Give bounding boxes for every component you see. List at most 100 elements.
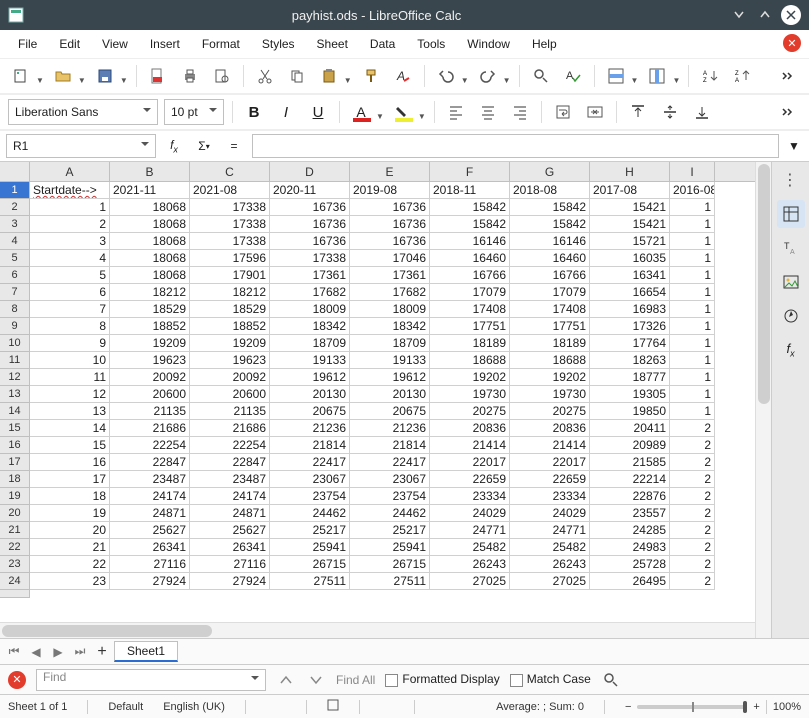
close-document-button[interactable]: ✕ (783, 34, 801, 52)
cell[interactable]: 17764 (590, 335, 670, 352)
column-header[interactable]: H (590, 162, 670, 181)
cell[interactable]: 23557 (590, 505, 670, 522)
font-name-combo[interactable]: Liberation Sans (8, 99, 158, 125)
column-headers[interactable]: ABCDEFGHI (0, 162, 755, 182)
cell[interactable]: 2 (670, 437, 715, 454)
menu-help[interactable]: Help (522, 33, 567, 55)
cell[interactable]: 2020-11 (270, 182, 350, 199)
cell[interactable]: 17361 (270, 267, 350, 284)
cell[interactable]: 23067 (350, 471, 430, 488)
cell[interactable]: 13 (30, 403, 110, 420)
cell[interactable]: 17338 (190, 233, 270, 250)
cell[interactable]: 2018-11 (430, 182, 510, 199)
cell[interactable]: 15421 (590, 216, 670, 233)
dropdown-icon[interactable]: ▼ (36, 76, 44, 89)
name-box[interactable]: R1 (6, 134, 156, 158)
clone-formatting-button[interactable] (358, 63, 384, 89)
toolbar-overflow-button[interactable] (775, 99, 801, 125)
cell[interactable]: 14 (30, 420, 110, 437)
dropdown-icon[interactable]: ▼ (503, 76, 511, 89)
menu-view[interactable]: View (92, 33, 138, 55)
cell[interactable]: 2 (670, 573, 715, 590)
sort-asc-button[interactable]: AZ (697, 63, 723, 89)
row-header[interactable]: 8 (0, 301, 30, 318)
row-header[interactable]: 1 (0, 182, 30, 199)
cell[interactable]: 16736 (270, 199, 350, 216)
cell[interactable]: 17408 (510, 301, 590, 318)
cell[interactable]: 1 (670, 369, 715, 386)
cell[interactable]: 20130 (270, 386, 350, 403)
cell[interactable]: 27511 (350, 573, 430, 590)
cell[interactable]: 18068 (110, 233, 190, 250)
sidebar-properties-button[interactable] (777, 200, 805, 228)
cell[interactable]: 23487 (110, 471, 190, 488)
align-vcenter-button[interactable] (657, 99, 683, 125)
cell[interactable]: 18342 (350, 318, 430, 335)
cell[interactable]: 16736 (350, 199, 430, 216)
dropdown-icon[interactable]: ▼ (120, 76, 128, 89)
cell[interactable]: 17338 (190, 199, 270, 216)
cell[interactable]: 1 (670, 386, 715, 403)
align-left-button[interactable] (443, 99, 469, 125)
cell[interactable]: 19730 (510, 386, 590, 403)
cell[interactable]: 22254 (110, 437, 190, 454)
next-sheet-button[interactable]: ▶ (48, 642, 68, 662)
cell[interactable]: 15842 (510, 216, 590, 233)
cell[interactable]: 18529 (190, 301, 270, 318)
row-header[interactable]: 4 (0, 233, 30, 250)
cut-button[interactable] (252, 63, 278, 89)
cell[interactable]: 17682 (270, 284, 350, 301)
cell[interactable]: 19 (30, 505, 110, 522)
cell[interactable]: 20600 (190, 386, 270, 403)
add-sheet-button[interactable]: + (92, 642, 112, 662)
status-summary[interactable]: Average: ; Sum: 0 (496, 701, 584, 713)
cell[interactable]: 20411 (590, 420, 670, 437)
dropdown-icon[interactable]: ▼ (376, 112, 384, 125)
row-header[interactable]: 22 (0, 539, 30, 556)
cell[interactable]: 16736 (350, 233, 430, 250)
row-header[interactable]: 16 (0, 437, 30, 454)
column-header[interactable]: C (190, 162, 270, 181)
row-header[interactable]: 9 (0, 318, 30, 335)
zoom-in-icon[interactable]: + (753, 701, 759, 713)
copy-button[interactable] (284, 63, 310, 89)
cell[interactable]: 2 (670, 556, 715, 573)
cell[interactable]: 16341 (590, 267, 670, 284)
cell[interactable]: 15721 (590, 233, 670, 250)
cell[interactable]: 17751 (430, 318, 510, 335)
cell[interactable]: 26243 (430, 556, 510, 573)
cell[interactable]: 21814 (350, 437, 430, 454)
row-header[interactable]: 15 (0, 420, 30, 437)
cell[interactable]: 18212 (110, 284, 190, 301)
cell[interactable]: 22 (30, 556, 110, 573)
cell[interactable]: 18189 (510, 335, 590, 352)
row-header[interactable]: 17 (0, 454, 30, 471)
cell[interactable]: 25217 (350, 522, 430, 539)
cell[interactable]: 23067 (270, 471, 350, 488)
cell[interactable]: 7 (30, 301, 110, 318)
cell[interactable]: 16983 (590, 301, 670, 318)
cell[interactable]: 19202 (510, 369, 590, 386)
paste-button[interactable] (316, 63, 342, 89)
cell[interactable]: 16736 (350, 216, 430, 233)
cell[interactable]: 22017 (510, 454, 590, 471)
dropdown-icon[interactable]: ▼ (78, 76, 86, 89)
cell[interactable]: 17361 (350, 267, 430, 284)
cell[interactable]: 19305 (590, 386, 670, 403)
spreadsheet-grid[interactable]: ABCDEFGHI 1Startdate-->2021-112021-08202… (0, 162, 771, 638)
menu-format[interactable]: Format (192, 33, 250, 55)
cell[interactable]: 2016-08 (670, 182, 715, 199)
cell[interactable]: 18688 (510, 352, 590, 369)
cell[interactable]: 21814 (270, 437, 350, 454)
cell[interactable]: 26341 (110, 539, 190, 556)
cell[interactable]: 16654 (590, 284, 670, 301)
cell[interactable]: 2 (670, 471, 715, 488)
cell[interactable]: 22214 (590, 471, 670, 488)
menu-window[interactable]: Window (457, 33, 520, 55)
cell[interactable]: 26495 (590, 573, 670, 590)
cell[interactable]: 20600 (110, 386, 190, 403)
cell[interactable]: 18342 (270, 318, 350, 335)
print-button[interactable] (177, 63, 203, 89)
find-prev-button[interactable] (276, 670, 296, 690)
cell[interactable]: 18068 (110, 199, 190, 216)
